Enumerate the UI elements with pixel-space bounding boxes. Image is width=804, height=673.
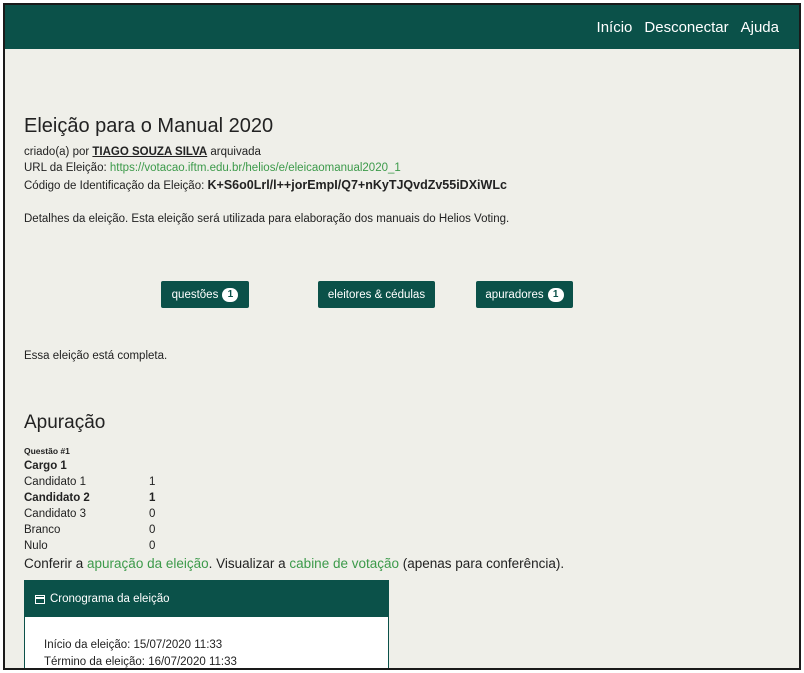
tally-heading: Apuração [24,412,106,433]
election-url-link[interactable]: https://votacao.iftm.edu.br/helios/e/ele… [110,162,401,174]
created-prefix: criado(a) por [24,146,90,158]
election-title: Eleição para o Manual 2020 [24,115,274,137]
candidate-name: Nulo [24,540,48,552]
calendar-icon [35,594,45,604]
candidate-votes: 0 [149,524,156,536]
election-description: Detalhes da eleição. Esta eleição será u… [24,213,510,225]
schedule-start: Início da eleição: 15/07/2020 11:33 [44,639,223,651]
question-number: Questão #1 [24,446,70,456]
creator-name: TIAGO SOUZA SILVA [92,146,208,158]
schedule-panel-header: Cronograma da eleição [25,581,388,617]
candidate-name: Candidato 3 [24,508,87,520]
voters-label: eleitores & cédulas [327,288,426,301]
nav-help-link[interactable]: Ajuda [741,19,779,36]
trustees-button[interactable]: apuradores 1 [476,281,573,308]
browser-frame: Início Desconectar Ajuda Eleição para o … [3,3,801,670]
schedule-panel: Cronograma da eleição Início da eleição:… [24,580,389,668]
trustees-count-badge: 1 [547,287,564,302]
archived-label: arquivada [210,146,261,158]
candidate-votes: 0 [149,540,156,552]
questions-button[interactable]: questões 1 [161,281,249,308]
code-label: Código de Identificação da Eleição: [24,180,205,192]
candidate-name: Candidato 2 [24,492,90,504]
confer-text-2: . Visualizar a [208,556,290,571]
voting-booth-link[interactable]: cabine de votação [289,556,399,571]
questions-label: questões [171,288,219,301]
questions-count-badge: 1 [222,287,239,302]
voters-ballots-button[interactable]: eleitores & cédulas [318,281,435,308]
election-code-line: Código de Identificação da Eleição: K+S6… [24,178,507,192]
election-complete-text: Essa eleição está completa. [24,350,168,362]
candidate-name: Branco [24,524,61,536]
candidate-votes: 1 [149,492,156,504]
candidate-votes: 0 [149,508,156,520]
candidate-name: Candidato 1 [24,476,87,488]
created-by-line: criado(a) por TIAGO SOUZA SILVA arquivad… [24,146,261,158]
election-url-line: URL da Eleição: https://votacao.iftm.edu… [24,162,401,174]
confer-text-3: (apenas para conferência). [399,556,565,571]
confer-text-1: Conferir a [24,556,88,571]
schedule-end: Término da eleição: 16/07/2020 11:33 [44,656,237,668]
candidate-votes: 1 [149,476,156,488]
election-code: K+S6o0Lrl/l++jorEmpI/Q7+nKyTJQvdZv55iDXi… [207,178,507,192]
question-title: Cargo 1 [24,460,67,472]
schedule-title: Cronograma da eleição [50,593,170,605]
url-label: URL da Eleição: [24,162,107,174]
trustees-label: apuradores [485,288,544,301]
nav-links: Início Desconectar Ajuda [585,5,779,49]
nav-home-link[interactable]: Início [597,19,633,36]
confer-line: Conferir a apuração da eleição. Visualiz… [24,556,564,571]
nav-logout-link[interactable]: Desconectar [644,19,728,36]
top-navbar: Início Desconectar Ajuda [5,5,799,49]
tally-link[interactable]: apuração da eleição [87,556,209,571]
